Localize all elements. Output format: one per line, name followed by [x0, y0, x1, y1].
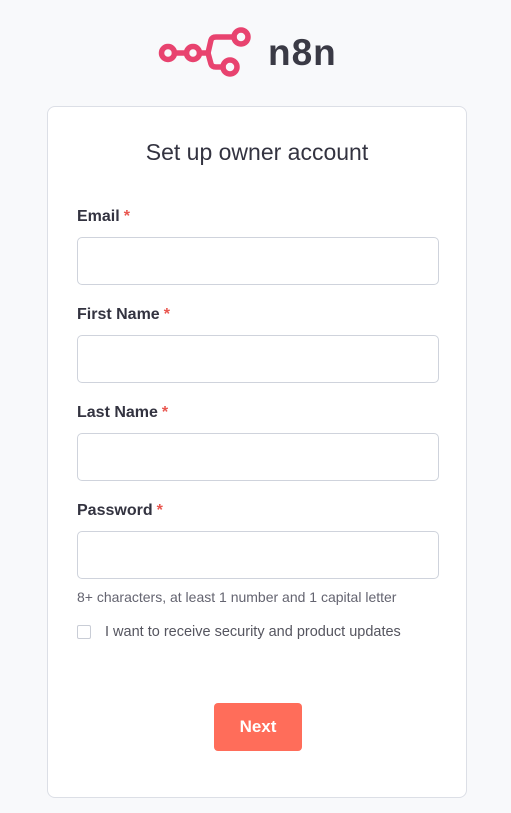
required-marker: * — [156, 502, 163, 519]
brand-header: n8n — [156, 26, 337, 80]
updates-checkbox-row[interactable]: I want to receive security and product u… — [77, 624, 439, 640]
setup-card: Set up owner account Email * First Name * … — [47, 106, 467, 798]
required-marker: * — [123, 208, 130, 225]
page-title: Set up owner account — [145, 139, 369, 165]
first-name-label: First Name * — [77, 306, 170, 323]
last-name-label: Last Name * — [77, 404, 169, 421]
email-field-group: Email * — [77, 207, 439, 285]
updates-checkbox[interactable] — [77, 625, 91, 639]
password-input[interactable] — [77, 531, 439, 579]
next-button[interactable]: Next — [214, 703, 302, 751]
last-name-input[interactable] — [77, 433, 439, 481]
required-marker: * — [163, 306, 170, 323]
owner-setup-form: Email * First Name * Last Name * Password * … — [77, 207, 439, 640]
last-name-field-group: Last Name * — [77, 403, 439, 481]
email-input[interactable] — [77, 237, 439, 285]
n8n-logo-icon — [156, 26, 252, 80]
brand-name: n8n — [268, 32, 337, 73]
password-label: Password * — [77, 502, 163, 519]
updates-checkbox-label[interactable]: I want to receive security and product u… — [105, 624, 401, 640]
first-name-input[interactable] — [77, 335, 439, 383]
email-label: Email * — [77, 208, 130, 225]
first-name-field-group: First Name * — [77, 305, 439, 383]
required-marker: * — [161, 404, 169, 421]
password-field-group: Password * 8+ characters, at least 1 numb… — [77, 501, 439, 605]
password-hint: 8+ characters, at least 1 number and 1 c… — [77, 589, 397, 605]
